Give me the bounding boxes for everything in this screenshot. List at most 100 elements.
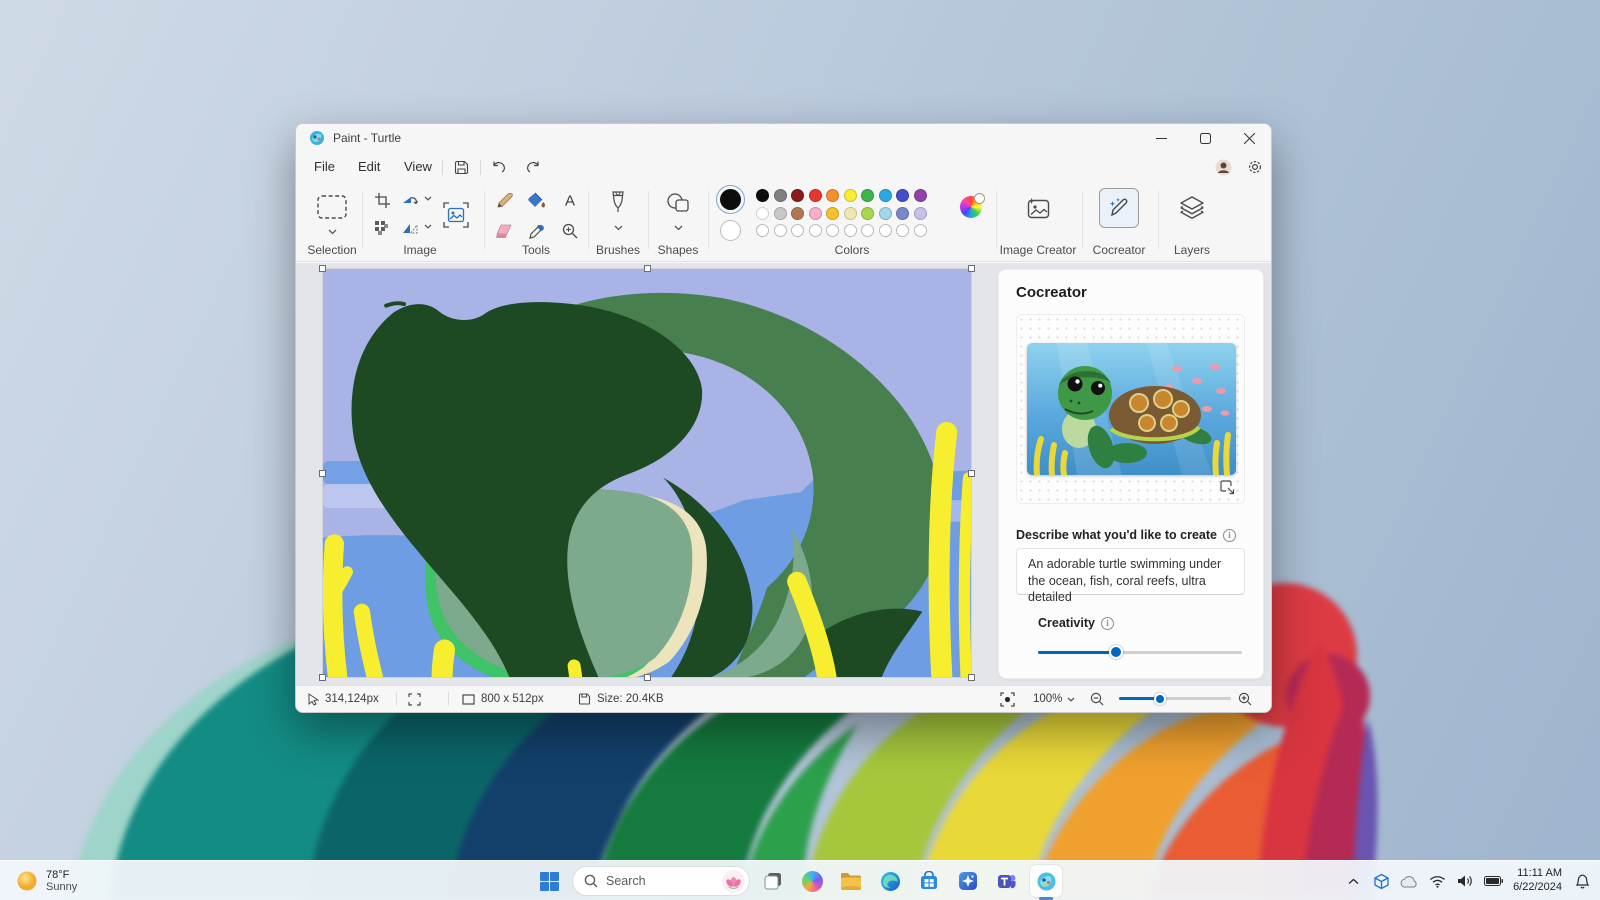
zoom-level-dropdown[interactable]: 100% xyxy=(1026,686,1082,712)
color-swatch[interactable] xyxy=(791,189,804,202)
paint-taskbar-button[interactable] xyxy=(1030,865,1062,897)
describe-info-icon[interactable]: i xyxy=(1223,529,1236,542)
volume-icon[interactable] xyxy=(1453,866,1477,896)
zoom-in-button[interactable] xyxy=(1238,686,1252,712)
resize-handle-w[interactable] xyxy=(319,470,326,477)
color-swatch[interactable] xyxy=(791,207,804,220)
color-swatch-empty[interactable] xyxy=(879,224,892,237)
teams-button[interactable] xyxy=(991,865,1023,897)
resize-handle-ne[interactable] xyxy=(968,265,975,272)
color-swatch[interactable] xyxy=(774,207,787,220)
text-tool-icon[interactable]: A xyxy=(557,187,583,213)
color-swatch[interactable] xyxy=(809,189,822,202)
save-button[interactable] xyxy=(448,156,474,178)
copilot-button[interactable] xyxy=(796,865,828,897)
flip-icon[interactable] xyxy=(398,216,422,240)
close-button[interactable] xyxy=(1227,124,1271,152)
file-explorer-button[interactable] xyxy=(835,865,867,897)
color-swatch-empty[interactable] xyxy=(914,224,927,237)
resize-handle-e[interactable] xyxy=(968,470,975,477)
resize-handle-s[interactable] xyxy=(644,674,651,681)
pencil-tool-icon[interactable] xyxy=(491,187,517,213)
color-swatch-empty[interactable] xyxy=(826,224,839,237)
color-swatch-empty[interactable] xyxy=(756,224,769,237)
color-swatch-empty[interactable] xyxy=(844,224,857,237)
minimize-button[interactable] xyxy=(1139,124,1183,152)
designer-button[interactable] xyxy=(952,865,984,897)
color-swatch[interactable] xyxy=(879,207,892,220)
brushes-icon[interactable] xyxy=(603,188,633,218)
maximize-button[interactable] xyxy=(1183,124,1227,152)
color-swatch-empty[interactable] xyxy=(809,224,822,237)
titlebar[interactable]: Paint - Turtle xyxy=(296,124,1271,152)
selection-dropdown-chevron[interactable] xyxy=(324,226,340,238)
add-to-canvas-button[interactable] xyxy=(1217,477,1237,497)
magnifier-tool-icon[interactable] xyxy=(557,218,583,244)
color-swatch[interactable] xyxy=(861,189,874,202)
cocreator-button[interactable] xyxy=(1099,188,1139,228)
edge-button[interactable] xyxy=(874,865,906,897)
shapes-dropdown-chevron[interactable] xyxy=(670,222,686,234)
creativity-slider[interactable] xyxy=(1038,645,1242,659)
color-swatch[interactable] xyxy=(914,189,927,202)
menu-file[interactable]: File xyxy=(304,155,345,179)
flip-dropdown-chevron[interactable] xyxy=(421,220,434,233)
store-button[interactable] xyxy=(913,865,945,897)
color-swatch[interactable] xyxy=(914,207,927,220)
tray-chevron-up-icon[interactable] xyxy=(1341,866,1365,896)
crop-icon[interactable] xyxy=(370,188,394,212)
color-swatch[interactable] xyxy=(861,207,874,220)
color-swatch[interactable] xyxy=(756,207,769,220)
eraser-tool-icon[interactable] xyxy=(491,218,517,244)
zoom-slider[interactable] xyxy=(1119,692,1231,706)
color-picker-tool-icon[interactable] xyxy=(524,218,550,244)
shapes-icon[interactable] xyxy=(663,188,693,218)
rotate-dropdown-chevron[interactable] xyxy=(421,192,434,205)
resize-handle-n[interactable] xyxy=(644,265,651,272)
image-creator-icon[interactable] xyxy=(1020,191,1056,227)
resize-handle-se[interactable] xyxy=(968,674,975,681)
fill-tool-icon[interactable] xyxy=(524,187,550,213)
foreground-color-swatch[interactable] xyxy=(720,189,741,210)
resize-skew-icon[interactable] xyxy=(370,216,394,240)
resize-handle-nw[interactable] xyxy=(319,265,326,272)
undo-button[interactable] xyxy=(486,156,512,178)
layers-icon[interactable] xyxy=(1175,190,1209,224)
color-swatch-empty[interactable] xyxy=(896,224,909,237)
fit-to-screen-button[interactable] xyxy=(1000,686,1015,712)
color-swatch[interactable] xyxy=(809,207,822,220)
menu-edit[interactable]: Edit xyxy=(348,155,390,179)
resize-handle-sw[interactable] xyxy=(319,674,326,681)
notification-bell-icon[interactable] xyxy=(1570,866,1594,896)
weather-widget[interactable]: 78°F Sunny xyxy=(8,864,85,898)
redo-button[interactable] xyxy=(520,156,546,178)
zoom-slider-thumb[interactable] xyxy=(1154,693,1166,705)
background-color-swatch[interactable] xyxy=(720,220,741,241)
start-button[interactable] xyxy=(533,865,565,897)
color-swatch[interactable] xyxy=(879,189,892,202)
color-swatch[interactable] xyxy=(756,189,769,202)
search-box[interactable]: Search xyxy=(572,866,750,896)
onedrive-cloud-icon[interactable] xyxy=(1397,866,1421,896)
zoom-out-button[interactable] xyxy=(1090,686,1104,712)
creativity-info-icon[interactable]: i xyxy=(1101,617,1114,630)
brushes-dropdown-chevron[interactable] xyxy=(610,222,626,234)
image-options-icon[interactable] xyxy=(440,199,472,231)
color-swatch[interactable] xyxy=(774,189,787,202)
color-swatch[interactable] xyxy=(844,189,857,202)
color-swatch-empty[interactable] xyxy=(774,224,787,237)
account-avatar[interactable] xyxy=(1210,156,1236,178)
color-swatch[interactable] xyxy=(826,207,839,220)
color-swatch[interactable] xyxy=(826,189,839,202)
color-swatch-empty[interactable] xyxy=(861,224,874,237)
color-swatch[interactable] xyxy=(896,189,909,202)
menu-view[interactable]: View xyxy=(394,155,442,179)
creativity-slider-thumb[interactable] xyxy=(1109,645,1123,659)
color-swatch[interactable] xyxy=(896,207,909,220)
clock[interactable]: 11:11 AM 6/22/2024 xyxy=(1509,867,1566,895)
edit-colors-wheel-icon[interactable] xyxy=(960,196,982,218)
color-swatch[interactable] xyxy=(844,207,857,220)
rotate-icon[interactable] xyxy=(398,188,422,212)
selection-tool-button[interactable] xyxy=(313,190,351,224)
color-swatch-empty[interactable] xyxy=(791,224,804,237)
